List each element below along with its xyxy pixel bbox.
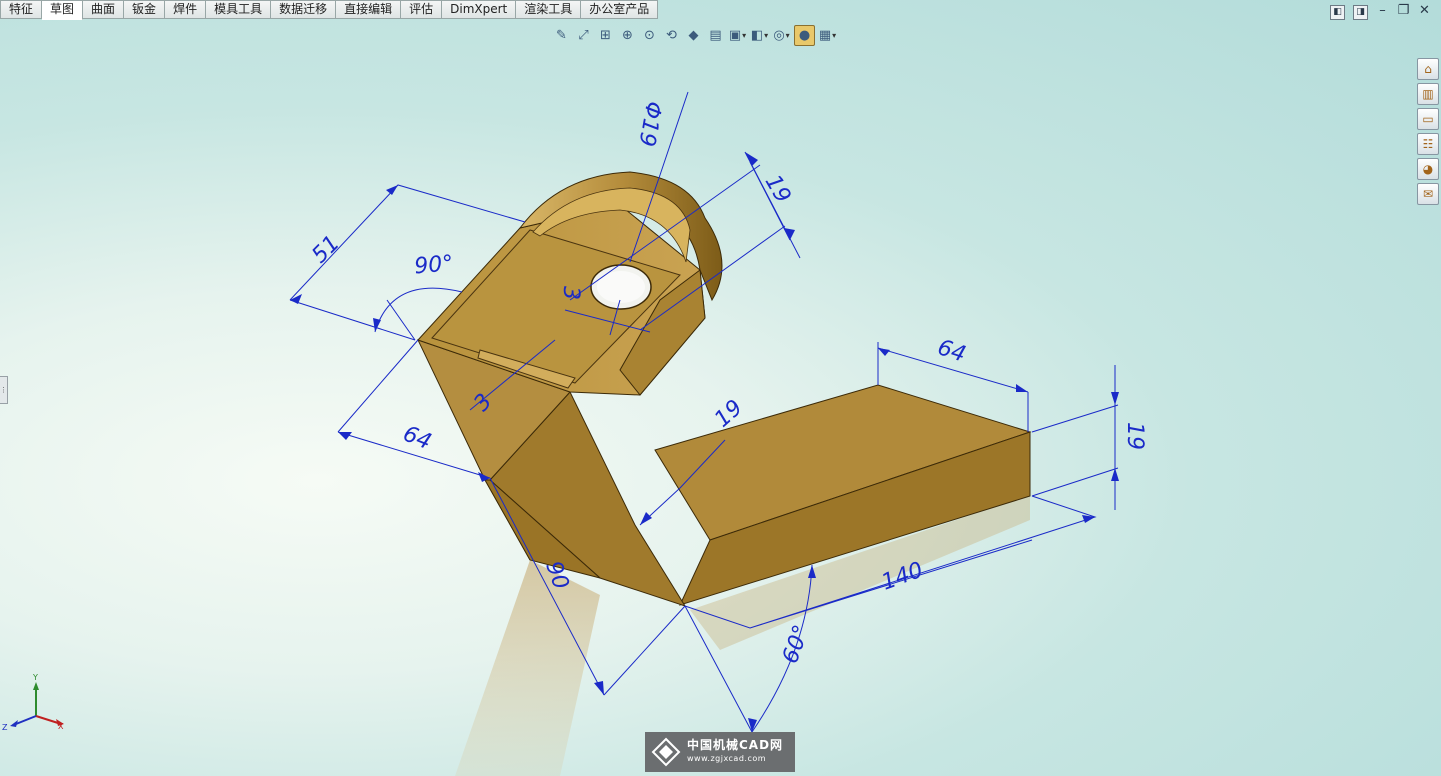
3d-view-icon[interactable]: ◆ <box>684 26 703 45</box>
watermark-url: www.zgjxcad.com <box>687 754 767 763</box>
dim-51[interactable]: 51 <box>307 231 344 268</box>
watermark-logo-icon <box>651 737 681 767</box>
tab-2[interactable]: 曲面 <box>83 0 125 19</box>
triad-z-label: Z <box>2 723 8 732</box>
paperclip-icon[interactable]: ✎ <box>552 26 571 45</box>
zoom-to-selection-icon[interactable]: ⊙ <box>640 26 659 45</box>
minimize-icon[interactable]: – <box>1376 4 1389 18</box>
zoom-to-fit-icon[interactable]: ⤢ <box>574 26 593 45</box>
watermark-title: 中国机械CAD网 <box>687 738 784 752</box>
hide-show-items-icon[interactable]: ◎ <box>772 26 791 45</box>
zoom-to-area-icon[interactable]: ⊞ <box>596 26 615 45</box>
tab-11[interactable]: 办公室产品 <box>581 0 659 19</box>
dim-64-left[interactable]: 64 <box>399 422 434 456</box>
view-palette-icon[interactable]: ☷ <box>1417 133 1439 155</box>
coordinate-triad: Y X Z <box>2 673 64 732</box>
tab-3[interactable]: 钣金 <box>124 0 166 19</box>
heads-up-view-toolbar: ✎⤢⊞⊕⊙⟲◆▤▣◧◎●▦ <box>552 24 837 46</box>
view-orientation-icon[interactable]: ▣ <box>728 26 747 45</box>
dim-64-right[interactable]: 64 <box>934 335 968 367</box>
triad-x-label: X <box>58 722 64 731</box>
display-style-icon[interactable]: ◧ <box>750 26 769 45</box>
part-shadow <box>455 560 600 776</box>
tab-6[interactable]: 数据迁移 <box>271 0 337 19</box>
tile-left-icon[interactable]: ◧ <box>1330 5 1345 20</box>
custom-properties-icon[interactable]: ✉ <box>1417 183 1439 205</box>
window-controls: ◧ ◨ – ❐ ✕ <box>1330 4 1431 20</box>
zoom-in-out-icon[interactable]: ⊕ <box>618 26 637 45</box>
tab-9[interactable]: DimXpert <box>442 0 517 19</box>
apply-scene-icon[interactable]: ▦ <box>818 26 837 45</box>
watermark: 中国机械CAD网 www.zgjxcad.com <box>645 732 795 772</box>
appearances-scenes-icon[interactable]: ◕ <box>1417 158 1439 180</box>
edit-appearance-icon[interactable]: ● <box>794 24 815 46</box>
triad-y-label: Y <box>32 673 38 682</box>
feature-manager-expand-handle[interactable]: ⋮ <box>0 376 8 404</box>
close-icon[interactable]: ✕ <box>1418 4 1431 18</box>
task-pane: ⌂ ▥ ▭ ☷ ◕ ✉ <box>1417 58 1439 208</box>
tile-right-icon[interactable]: ◨ <box>1353 5 1368 20</box>
design-library-icon[interactable]: ▥ <box>1417 83 1439 105</box>
restore-icon[interactable]: ❐ <box>1397 4 1410 18</box>
solidworks-resources-icon[interactable]: ⌂ <box>1417 58 1439 80</box>
tab-7[interactable]: 直接编辑 <box>336 0 402 19</box>
section-view-icon[interactable]: ▤ <box>706 26 725 45</box>
dim-phi19[interactable]: Φ19 <box>633 99 665 148</box>
tab-5[interactable]: 模具工具 <box>206 0 272 19</box>
dim-19-top[interactable]: 19 <box>760 171 796 208</box>
dimension-lines <box>289 91 1119 733</box>
tab-10[interactable]: 渲染工具 <box>516 0 582 19</box>
tab-1[interactable]: 草图 <box>42 0 84 20</box>
dim-60-angle[interactable]: 60° <box>778 622 815 667</box>
rotate-view-icon[interactable]: ⟲ <box>662 26 681 45</box>
tab-0[interactable]: 特征 <box>0 0 43 19</box>
tab-8[interactable]: 评估 <box>401 0 443 19</box>
model-scene: Φ19 19 51 90° 3 3 64 19 64 19 90 140 60°… <box>2 91 1147 776</box>
file-explorer-icon[interactable]: ▭ <box>1417 108 1439 130</box>
dim-90-angle[interactable]: 90° <box>413 251 454 279</box>
command-manager-tabs: 特征 草图 曲面 钣金 焊件 模具工具 数据迁移 直接编辑 评估 DimXpert 渲染工具 办公室产… <box>0 0 659 20</box>
dim-19-right[interactable]: 19 <box>1122 422 1147 450</box>
tab-4[interactable]: 焊件 <box>165 0 207 19</box>
dim-3-hole[interactable]: 3 <box>558 286 583 300</box>
